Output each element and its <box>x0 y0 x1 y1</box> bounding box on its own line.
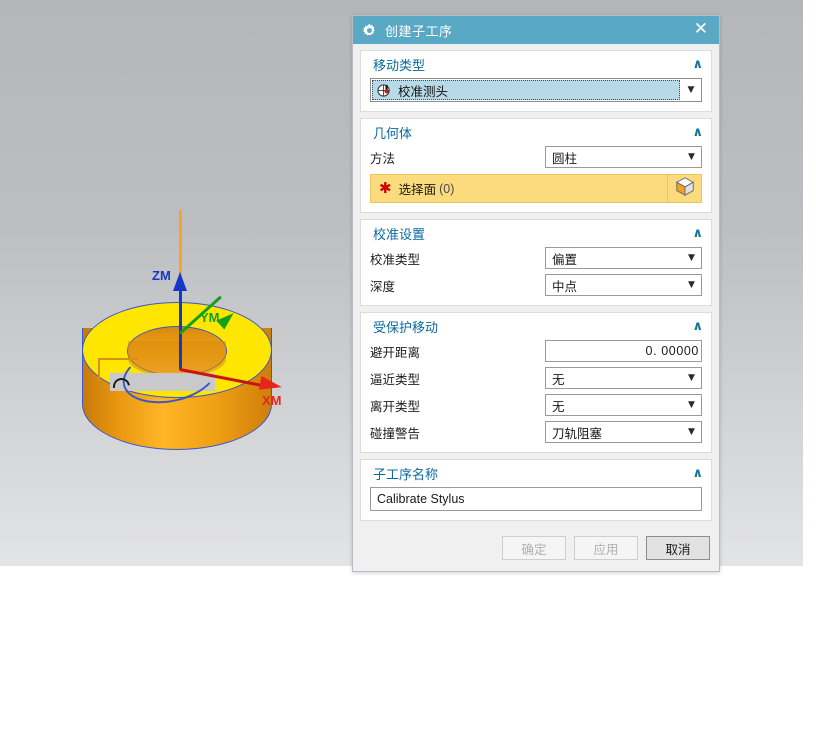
ym-axis-label: YM <box>200 310 220 325</box>
move-type-value: 校准测头 <box>398 84 449 99</box>
dialog-title: 创建子工序 <box>385 23 453 39</box>
select-face-bar[interactable]: ✱ 选择面 (0) <box>370 174 702 203</box>
chevron-down-icon[interactable]: ▼ <box>682 373 701 383</box>
zm-axis-arrowhead[interactable] <box>173 272 187 291</box>
select-face-count: (0) <box>439 181 455 196</box>
create-suboperation-dialog[interactable]: 创建子工序 ✕ 移动类型 ∧ 校准测头 ▼ 几何体 ∧ 方法 圆柱 ▼ ✱ 选择… <box>352 15 720 572</box>
group-content-suboperation-name: Calibrate Stylus <box>361 487 711 520</box>
group-move-type: 移动类型 ∧ 校准测头 ▼ <box>360 50 712 112</box>
group-header-geometry[interactable]: 几何体 ∧ <box>361 119 711 146</box>
group-content-calibration-settings: 校准类型 偏置 ▼ 深度 中点 ▼ <box>361 247 711 305</box>
suboperation-name-input[interactable]: Calibrate Stylus <box>370 487 702 511</box>
calibration-type-value: 偏置 <box>552 252 578 267</box>
label-approach-type: 逼近类型 <box>370 372 421 387</box>
chevron-down-icon[interactable]: ▼ <box>682 253 701 263</box>
collision-warning-value: 刀轨阻塞 <box>552 426 603 441</box>
chevron-down-icon[interactable]: ▼ <box>682 280 701 290</box>
calibration-type-dropdown[interactable]: 偏置 ▼ <box>545 247 702 269</box>
group-header-suboperation-name[interactable]: 子工序名称 ∧ <box>361 460 711 487</box>
select-face-label: 选择面 <box>398 183 437 197</box>
move-type-combo[interactable]: 校准测头 ▼ <box>370 78 702 102</box>
method-dropdown[interactable]: 圆柱 ▼ <box>545 146 702 168</box>
required-asterisk-icon: ✱ <box>379 179 392 197</box>
chevron-up-icon[interactable]: ∧ <box>692 227 703 240</box>
dialog-body: 移动类型 ∧ 校准测头 ▼ 几何体 ∧ 方法 圆柱 ▼ ✱ 选择面 (0) 校准… <box>353 44 719 521</box>
gear-icon <box>362 23 377 38</box>
departure-type-value: 无 <box>552 399 565 414</box>
approach-type-value: 无 <box>552 372 565 387</box>
label-clearance-distance: 避开距离 <box>370 345 421 360</box>
group-calibration-settings: 校准设置 ∧ 校准类型 偏置 ▼ 深度 中点 ▼ <box>360 219 712 306</box>
group-content-protected-move: 避开距离 0. 00000 逼近类型 无 ▼ 离开类型 无 ▼ 碰撞警告 刀轨阻… <box>361 340 711 452</box>
clearance-distance-input[interactable]: 0. 00000 <box>545 340 702 362</box>
group-title-protected-move: 受保护移动 <box>373 320 439 335</box>
group-header-move-type[interactable]: 移动类型 ∧ <box>361 51 711 78</box>
group-title-geometry: 几何体 <box>373 126 413 141</box>
row-method: 方法 圆柱 ▼ <box>370 146 702 168</box>
row-depth: 深度 中点 ▼ <box>370 274 702 296</box>
approach-type-dropdown[interactable]: 无 ▼ <box>545 367 702 389</box>
row-approach-type: 逼近类型 无 ▼ <box>370 367 702 389</box>
group-protected-move: 受保护移动 ∧ 避开距离 0. 00000 逼近类型 无 ▼ 离开类型 无 ▼ … <box>360 312 712 453</box>
chevron-down-icon[interactable]: ▼ <box>681 85 701 95</box>
label-departure-type: 离开类型 <box>370 399 421 414</box>
zm-axis-label: ZM <box>152 268 171 283</box>
group-suboperation-name: 子工序名称 ∧ Calibrate Stylus <box>360 459 712 521</box>
apply-button[interactable]: 应用 <box>574 536 638 560</box>
group-header-protected-move[interactable]: 受保护移动 ∧ <box>361 313 711 340</box>
group-title-suboperation-name: 子工序名称 <box>373 467 439 482</box>
row-calibration-type: 校准类型 偏置 ▼ <box>370 247 702 269</box>
group-title-calibration-settings: 校准设置 <box>373 227 426 242</box>
ok-button[interactable]: 确定 <box>502 536 566 560</box>
close-icon[interactable]: ✕ <box>689 20 713 40</box>
group-title-move-type: 移动类型 <box>373 58 426 73</box>
collision-warning-dropdown[interactable]: 刀轨阻塞 ▼ <box>545 421 702 443</box>
select-face-button[interactable] <box>668 174 702 203</box>
clearance-distance-value: 0. 00000 <box>645 344 699 358</box>
chevron-down-icon[interactable]: ▼ <box>682 152 701 162</box>
label-calibration-type: 校准类型 <box>370 252 421 267</box>
probe-calibration-icon <box>377 83 392 98</box>
method-value: 圆柱 <box>552 151 578 166</box>
label-method: 方法 <box>370 151 396 166</box>
chevron-down-icon[interactable]: ▼ <box>682 400 701 410</box>
row-clearance-distance: 避开距离 0. 00000 <box>370 340 702 362</box>
depth-value: 中点 <box>552 279 578 294</box>
label-collision-warning: 碰撞警告 <box>370 426 421 441</box>
dialog-titlebar[interactable]: 创建子工序 ✕ <box>353 16 719 44</box>
chevron-up-icon[interactable]: ∧ <box>692 58 703 71</box>
select-face-field[interactable]: ✱ 选择面 (0) <box>370 174 668 203</box>
departure-type-dropdown[interactable]: 无 ▼ <box>545 394 702 416</box>
cancel-button[interactable]: 取消 <box>646 536 710 560</box>
chevron-down-icon[interactable]: ▼ <box>682 427 701 437</box>
xm-axis-label: XM <box>262 393 282 408</box>
dialog-footer: 确定 应用 取消 <box>353 527 719 571</box>
cylinder-ring-model[interactable]: ZM YM XM <box>70 210 300 480</box>
chevron-up-icon[interactable]: ∧ <box>692 126 703 139</box>
group-content-geometry: 方法 圆柱 ▼ ✱ 选择面 (0) <box>361 146 711 212</box>
depth-dropdown[interactable]: 中点 ▼ <box>545 274 702 296</box>
cube-select-icon <box>674 175 696 202</box>
chevron-up-icon[interactable]: ∧ <box>692 320 703 333</box>
label-depth: 深度 <box>370 279 396 294</box>
group-geometry: 几何体 ∧ 方法 圆柱 ▼ ✱ 选择面 (0) <box>360 118 712 213</box>
move-type-selected-item[interactable]: 校准测头 <box>372 80 680 100</box>
row-collision-warning: 碰撞警告 刀轨阻塞 ▼ <box>370 421 702 443</box>
group-content-move-type: 校准测头 ▼ <box>361 78 711 111</box>
chevron-up-icon[interactable]: ∧ <box>692 467 703 480</box>
row-departure-type: 离开类型 无 ▼ <box>370 394 702 416</box>
group-header-calibration-settings[interactable]: 校准设置 ∧ <box>361 220 711 247</box>
